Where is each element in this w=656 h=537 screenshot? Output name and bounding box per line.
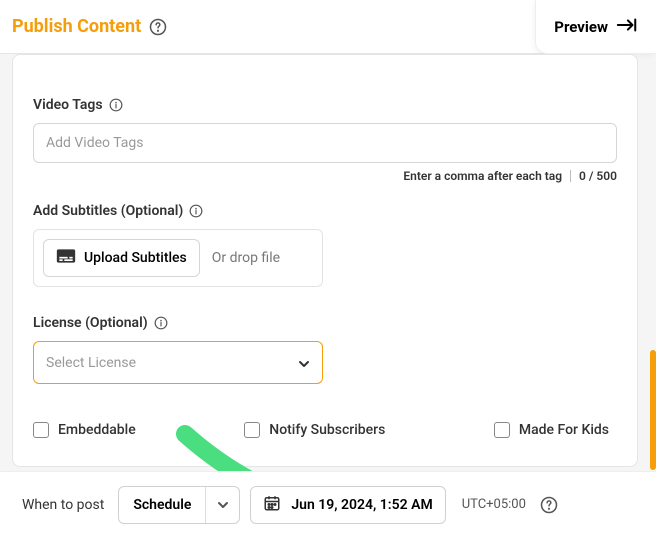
divider [570,170,571,182]
help-icon[interactable] [540,496,558,514]
subtitles-label: Add Subtitles (Optional) [33,203,617,219]
info-icon[interactable] [109,98,123,112]
when-to-post-label: When to post [22,497,104,513]
schedule-select[interactable]: Schedule [118,486,240,524]
upload-subtitles-button[interactable]: Upload Subtitles [43,239,200,277]
timezone-label: UTC+05:00 [462,497,526,512]
license-label: License (Optional) [33,315,617,331]
upload-label: Upload Subtitles [84,250,187,266]
subtitles-icon [56,248,76,268]
tags-hint-row: Enter a comma after each tag 0 / 500 [33,169,617,183]
subtitles-dropzone[interactable]: Upload Subtitles Or drop file [33,229,323,287]
page-title: Publish Content [12,16,141,37]
embeddable-label: Embeddable [58,422,136,438]
chevron-down-icon [298,353,310,372]
calendar-icon [263,494,281,516]
notify-label: Notify Subscribers [269,422,385,438]
info-icon[interactable] [189,204,203,218]
date-picker[interactable]: Jun 19, 2024, 1:52 AM [250,486,445,524]
footer-bar: When to post Schedule Jun 19, 2024, 1:52… [0,471,656,537]
kids-label: Made For Kids [519,422,609,438]
scrollbar[interactable] [650,350,656,470]
checkbox-icon [33,422,49,438]
made-for-kids-checkbox[interactable]: Made For Kids [494,422,609,438]
video-tags-input[interactable] [33,123,617,163]
schedule-value: Schedule [119,497,205,513]
date-value: Jun 19, 2024, 1:52 AM [291,497,432,513]
preview-label: Preview [554,18,608,36]
info-icon[interactable] [154,316,168,330]
preview-button[interactable]: Preview [535,0,656,54]
drop-file-text: Or drop file [212,250,280,266]
license-select[interactable]: Select License [33,341,323,384]
license-placeholder: Select License [46,355,136,371]
options-row: Embeddable Notify Subscribers Made For K… [33,422,617,438]
arrow-right-icon [616,17,638,37]
checkbox-icon [244,422,260,438]
chevron-down-icon [205,487,239,523]
checkbox-icon [494,422,510,438]
tags-counter: 0 / 500 [579,169,617,183]
video-tags-label: Video Tags [33,97,617,113]
form-card: Video Tags Enter a comma after each tag … [12,54,638,467]
embeddable-checkbox[interactable]: Embeddable [33,422,136,438]
notify-subscribers-checkbox[interactable]: Notify Subscribers [244,422,385,438]
tags-hint: Enter a comma after each tag [403,169,562,183]
help-icon[interactable] [149,18,167,36]
header-bar: Publish Content Preview [0,0,656,54]
